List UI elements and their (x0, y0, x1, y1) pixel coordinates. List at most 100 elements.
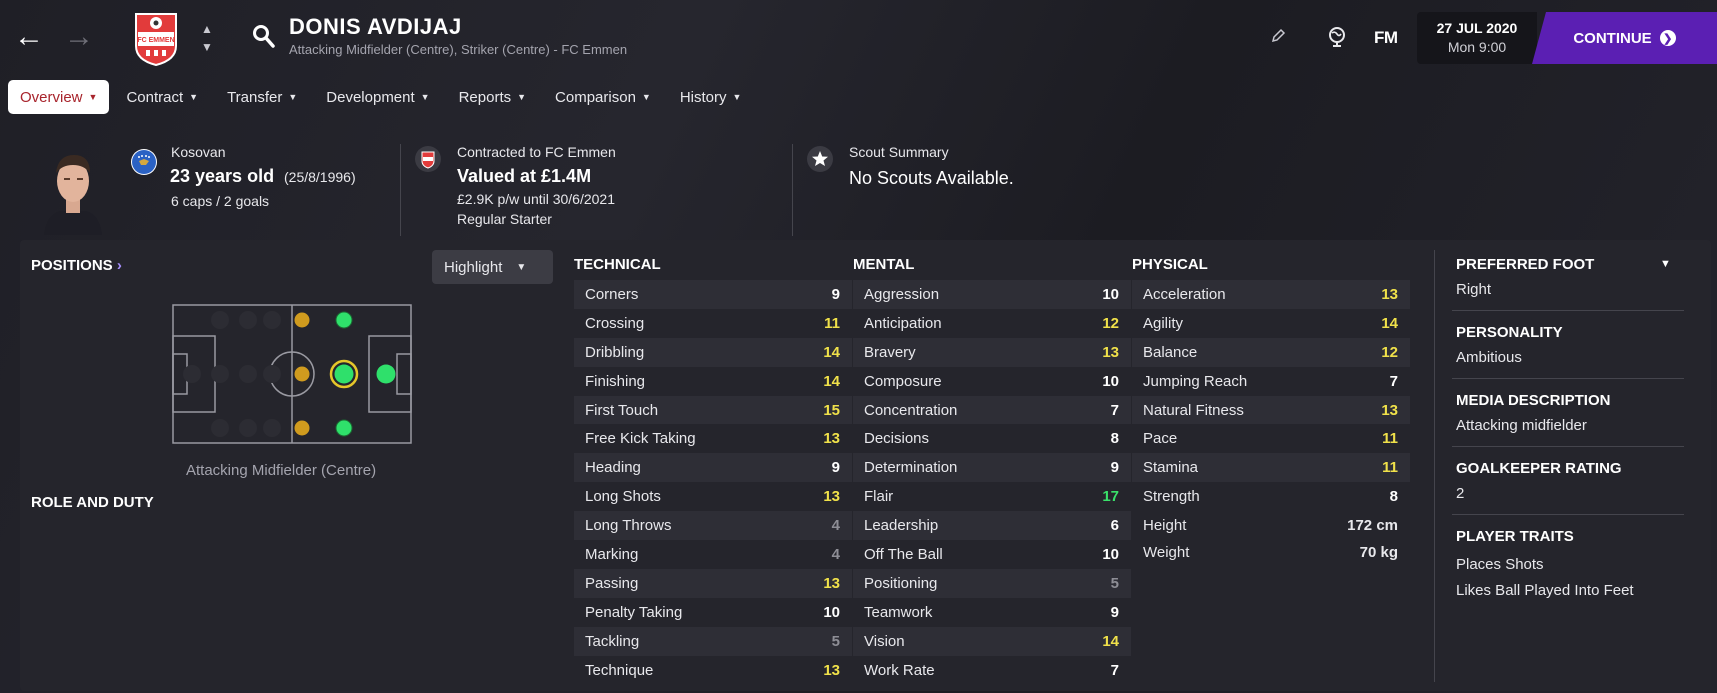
tab-label: Contract (126, 88, 184, 106)
attribute-row-pace[interactable]: Pace 11 (1132, 424, 1410, 453)
attribute-value: 6 (1110, 517, 1119, 535)
attribute-row-technique[interactable]: Technique 13 (574, 656, 852, 685)
technical-attributes: Corners 9 Crossing 11 Dribbling 14 Finishing 14… (574, 280, 852, 684)
attribute-row-teamwork[interactable]: Teamwork 9 (853, 598, 1131, 627)
attribute-row-heading[interactable]: Heading 9 (574, 453, 852, 483)
attribute-row-stamina[interactable]: Stamina 11 (1132, 453, 1410, 483)
weight-value: 70 kg (1359, 544, 1398, 561)
attribute-row-aggression[interactable]: Aggression 10 (853, 280, 1131, 309)
globe-icon[interactable] (1326, 25, 1348, 47)
attribute-row-anticipation[interactable]: Anticipation 12 (853, 309, 1131, 338)
attribute-row-long-shots[interactable]: Long Shots 13 (574, 482, 852, 511)
attribute-value: 11 (824, 314, 840, 332)
chevron-down-icon[interactable]: ▼ (1660, 258, 1671, 270)
attribute-name: Agility (1143, 314, 1184, 332)
attribute-row-jumping-reach[interactable]: Jumping Reach 7 (1132, 367, 1410, 396)
back-arrow-icon[interactable]: ← (14, 22, 44, 52)
tab-reports[interactable]: Reports ▼ (447, 80, 538, 114)
attribute-row-penalty-taking[interactable]: Penalty Taking 10 (574, 598, 852, 627)
position-pitch (172, 304, 412, 444)
attribute-row-bravery[interactable]: Bravery 13 (853, 337, 1131, 367)
tab-history[interactable]: History ▼ (668, 80, 754, 114)
forward-arrow-icon[interactable]: → (64, 22, 94, 52)
chevron-down-icon: ▼ (88, 92, 98, 102)
tab-label: History (679, 88, 727, 106)
tab-contract[interactable]: Contract ▼ (114, 80, 210, 114)
tab-label: Development (326, 88, 415, 106)
attribute-row-corners[interactable]: Corners 9 (574, 280, 852, 309)
attribute-row-strength[interactable]: Strength 8 (1132, 482, 1410, 511)
attribute-row-vision[interactable]: Vision 14 (853, 626, 1131, 656)
position-dot-amr (294, 420, 310, 436)
attribute-row-off-the-ball[interactable]: Off The Ball 10 (853, 540, 1131, 569)
fm-logo[interactable]: FM (1374, 28, 1398, 48)
positions-heading[interactable]: POSITIONS › (31, 257, 122, 274)
personality-value: Ambitious (1456, 349, 1522, 366)
attribute-name: Concentration (864, 401, 958, 419)
attribute-name: Leadership (864, 517, 939, 535)
attribute-row-leadership[interactable]: Leadership 6 (853, 511, 1131, 541)
attribute-row-crossing[interactable]: Crossing 11 (574, 309, 852, 338)
attribute-row-decisions[interactable]: Decisions 8 (853, 424, 1131, 453)
attribute-row-long-throws[interactable]: Long Throws 4 (574, 511, 852, 541)
attribute-row-natural-fitness[interactable]: Natural Fitness 13 (1132, 395, 1410, 425)
club-crest-icon[interactable]: FC EMMEN (134, 10, 178, 66)
attribute-value: 15 (823, 401, 840, 419)
attribute-row-free-kick-taking[interactable]: Free Kick Taking 13 (574, 424, 852, 453)
tab-development[interactable]: Development ▼ (314, 80, 441, 114)
tab-comparison[interactable]: Comparison ▼ (543, 80, 663, 114)
attribute-value: 9 (1110, 603, 1119, 621)
attribute-name: Off The Ball (864, 545, 943, 563)
player-switch-arrows[interactable]: ▲ ▼ (197, 20, 217, 56)
international-caps[interactable]: 6 caps / 2 goals (171, 193, 269, 209)
position-dot-aml (294, 312, 310, 328)
attribute-name: Work Rate (864, 661, 935, 679)
attribute-name: Penalty Taking (585, 603, 683, 621)
club-badge-icon[interactable] (415, 146, 441, 172)
tab-label: Transfer (227, 88, 283, 106)
attribute-row-marking[interactable]: Marking 4 (574, 540, 852, 569)
position-dot-stl (335, 311, 353, 329)
attribute-name: Stamina (1143, 459, 1199, 477)
attribute-row-passing[interactable]: Passing 13 (574, 568, 852, 598)
attribute-row-flair[interactable]: Flair 17 (853, 482, 1131, 511)
chevron-up-icon[interactable]: ▲ (197, 20, 217, 38)
divider (1434, 250, 1435, 682)
attribute-name: Passing (585, 574, 639, 592)
attribute-row-work-rate[interactable]: Work Rate 7 (853, 656, 1131, 685)
nation-flag-icon[interactable] (131, 149, 157, 175)
date-display[interactable]: 27 JUL 2020 Mon 9:00 (1417, 12, 1537, 64)
pencil-icon[interactable] (1270, 28, 1286, 44)
chevron-down-icon[interactable]: ▼ (197, 38, 217, 56)
attribute-row-acceleration[interactable]: Acceleration 13 (1132, 280, 1410, 309)
wage: £2.9K p/w until 30/6/2021 (457, 191, 616, 207)
technical-heading: TECHNICAL (574, 256, 661, 273)
highlight-dropdown[interactable]: Highlight ▼ (432, 250, 553, 284)
attribute-name: Long Shots (585, 488, 661, 506)
attribute-row-tackling[interactable]: Tackling 5 (574, 626, 852, 656)
continue-button[interactable]: CONTINUE ❯ (1532, 12, 1717, 64)
attribute-value: 14 (823, 343, 840, 361)
tab-transfer[interactable]: Transfer ▼ (215, 80, 309, 114)
attribute-value: 13 (1381, 285, 1398, 303)
attribute-value: 7 (1389, 372, 1398, 390)
position-dot-amc (294, 366, 310, 382)
age: 23 years old (170, 166, 275, 186)
attribute-row-first-touch[interactable]: First Touch 15 (574, 395, 852, 425)
attribute-row-composure[interactable]: Composure 10 (853, 367, 1131, 396)
attribute-name: Composure (864, 372, 942, 390)
attribute-row-positioning[interactable]: Positioning 5 (853, 568, 1131, 598)
attribute-row-finishing[interactable]: Finishing 14 (574, 367, 852, 396)
attribute-name: Dribbling (585, 343, 645, 361)
attribute-name: Marking (585, 545, 639, 563)
search-icon[interactable] (252, 24, 276, 50)
attribute-row-balance[interactable]: Balance 12 (1132, 337, 1410, 367)
divider (1452, 310, 1684, 311)
attribute-row-agility[interactable]: Agility 14 (1132, 309, 1410, 338)
attribute-row-dribbling[interactable]: Dribbling 14 (574, 337, 852, 367)
attribute-row-concentration[interactable]: Concentration 7 (853, 395, 1131, 425)
attribute-row-determination[interactable]: Determination 9 (853, 453, 1131, 483)
attribute-value: 10 (1102, 545, 1119, 563)
tab-overview[interactable]: Overview ▼ (8, 80, 110, 114)
attribute-name: Tackling (585, 632, 640, 650)
